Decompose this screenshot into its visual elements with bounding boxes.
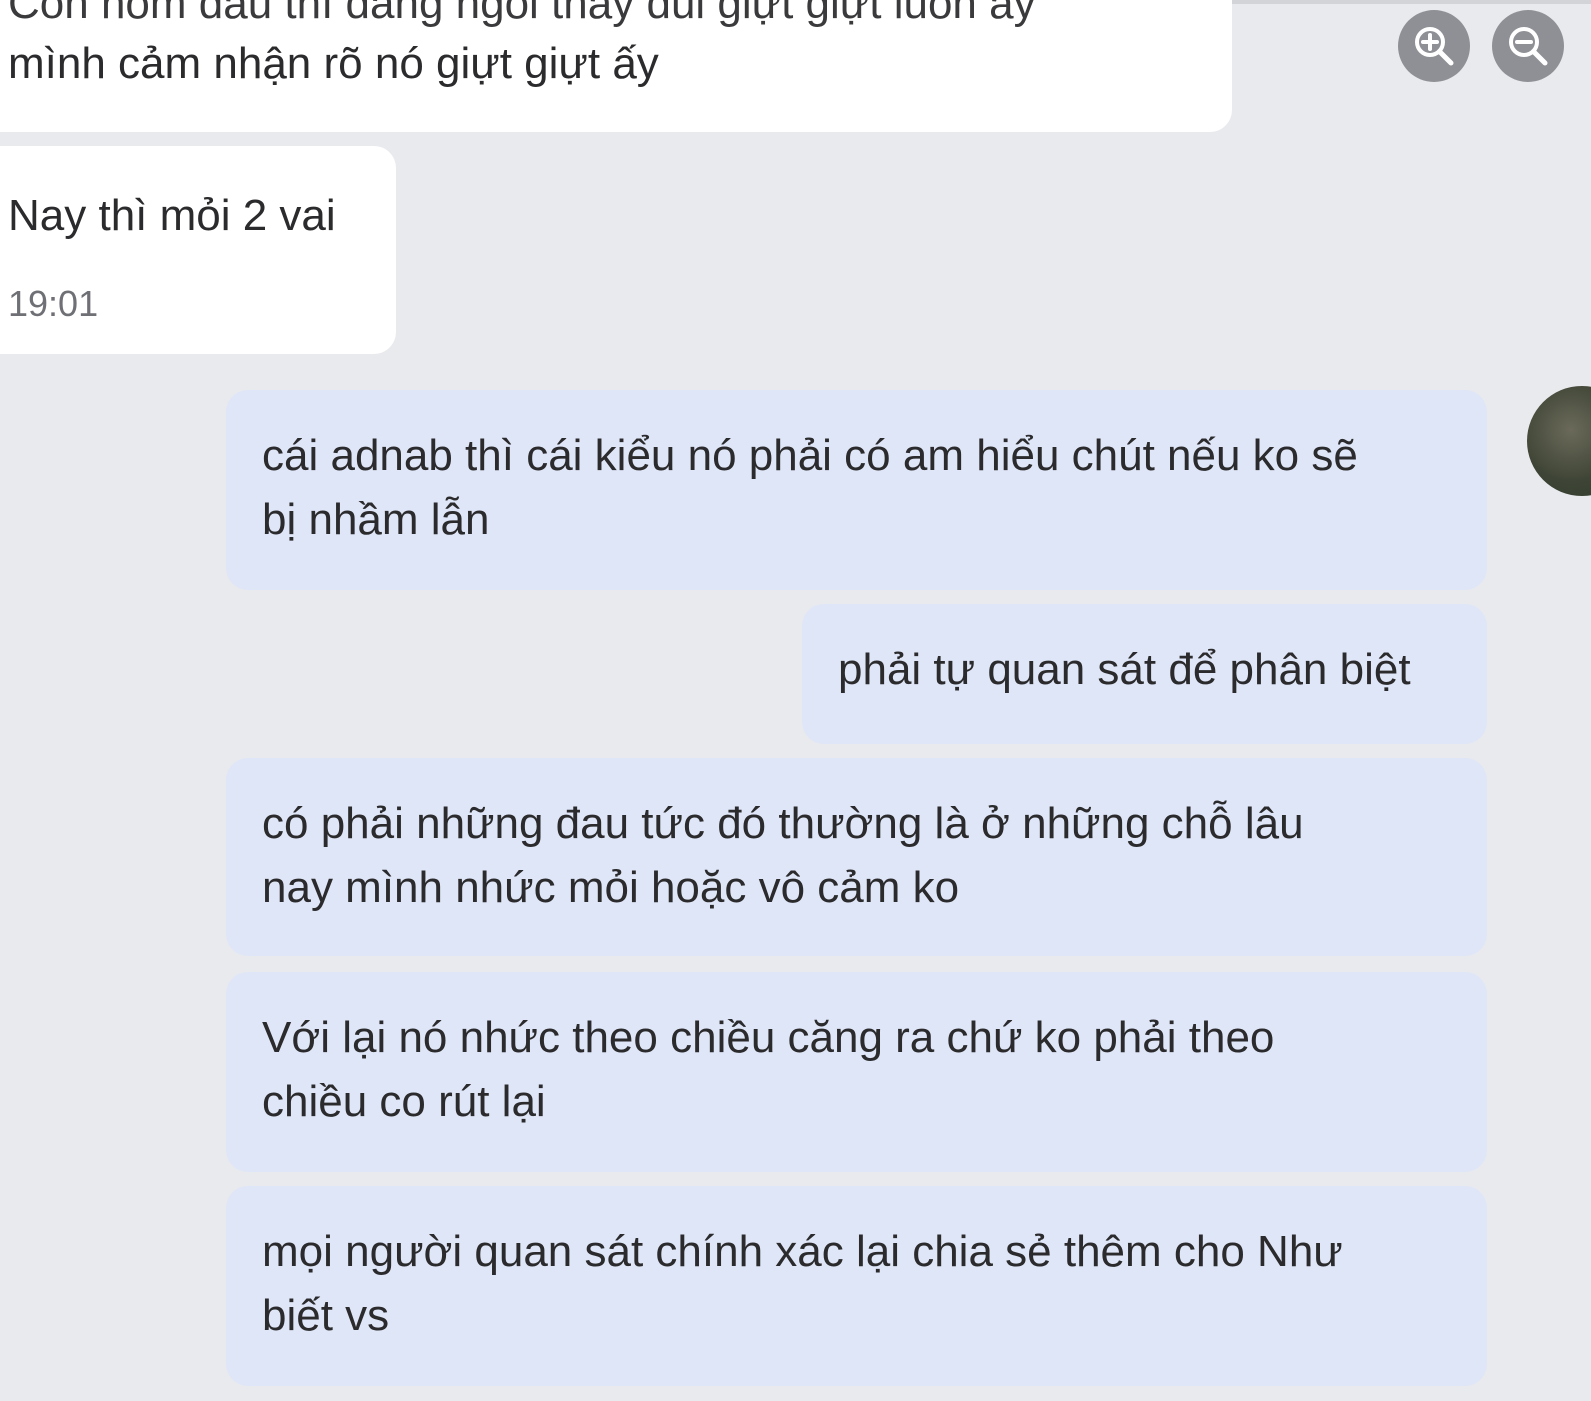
sender-avatar[interactable] [1527, 386, 1591, 496]
message-line: Với lại nó nhức theo chiều căng ra chứ k… [262, 1013, 1275, 1062]
outgoing-message-3: có phải những đau tức đó thường là ở nhữ… [226, 758, 1487, 956]
message-text: mình cảm nhận rõ nó giựt giựt ấy [8, 39, 659, 88]
outgoing-message-2: phải tự quan sát để phân biệt [802, 604, 1487, 744]
message-line: chiều co rút lại [262, 1077, 546, 1126]
zoom-out-button[interactable] [1492, 10, 1564, 82]
message-line: cái adnab thì cái kiểu nó phải có am hiể… [262, 431, 1358, 480]
outgoing-message-1: cái adnab thì cái kiểu nó phải có am hiể… [226, 390, 1487, 590]
message-line: bị nhầm lẫn [262, 495, 490, 544]
message-timestamp: 19:01 [8, 283, 99, 324]
message-line: có phải những đau tức đó thường là ở nhữ… [262, 799, 1304, 848]
zoom-in-button[interactable] [1398, 10, 1470, 82]
zoom-in-icon [1415, 27, 1454, 66]
zoom-out-icon [1509, 27, 1548, 66]
incoming-message-1: Còn hôm đầu thì đang ngồi thấy đùi giựt … [0, 0, 1232, 132]
outgoing-message-5: mọi người quan sát chính xác lại chia sẻ… [226, 1186, 1487, 1386]
message-text-cut: Còn hôm đầu thì đang ngồi thấy đùi giựt … [8, 0, 1036, 28]
message-line: biết vs [262, 1291, 390, 1340]
message-line: mọi người quan sát chính xác lại chia sẻ… [262, 1227, 1343, 1276]
message-line: phải tự quan sát để phân biệt [838, 645, 1411, 694]
message-text: Nay thì mỏi 2 vai [8, 191, 336, 240]
incoming-message-2: Nay thì mỏi 2 vai 19:01 [0, 146, 396, 354]
message-line: nay mình nhức mỏi hoặc vô cảm ko [262, 863, 960, 912]
outgoing-message-4: Với lại nó nhức theo chiều căng ra chứ k… [226, 972, 1487, 1172]
